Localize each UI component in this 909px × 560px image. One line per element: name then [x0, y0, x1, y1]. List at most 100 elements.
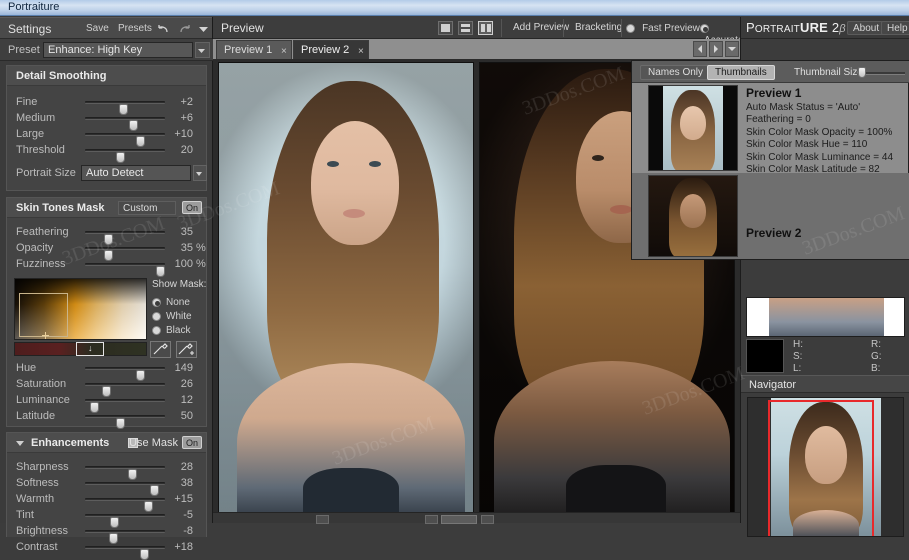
- slider-opacity[interactable]: Opacity 35 %: [7, 240, 206, 261]
- gradient-selection-rect[interactable]: [19, 293, 68, 339]
- slider-track[interactable]: [85, 231, 165, 245]
- slider-tint[interactable]: Tint -5: [7, 507, 206, 528]
- brand-header: PORTRAITURE 2β About Help: [741, 17, 909, 39]
- slider-track[interactable]: [85, 101, 165, 115]
- add-preview-button[interactable]: Add Preview: [507, 21, 575, 35]
- slider-track[interactable]: [85, 263, 165, 277]
- single-view-icon[interactable]: [438, 21, 453, 35]
- slider-track[interactable]: [85, 514, 165, 528]
- prev-tab-icon[interactable]: [693, 41, 707, 57]
- preset-label: Preset: [8, 44, 40, 56]
- slider-track[interactable]: [85, 530, 165, 544]
- slider-value: +15: [174, 493, 193, 505]
- presets-button[interactable]: Presets: [118, 23, 152, 34]
- slider-softness[interactable]: Softness 38: [7, 475, 206, 496]
- stacked-view-icon[interactable]: [458, 21, 473, 35]
- slider-track[interactable]: [85, 466, 165, 480]
- slider-hue[interactable]: Hue 149: [7, 360, 206, 381]
- navigator-viewport-rect[interactable]: [768, 400, 874, 536]
- help-button[interactable]: Help: [881, 21, 909, 35]
- skin-color-gradient-picker[interactable]: [14, 278, 147, 340]
- slider-warmth[interactable]: Warmth +15: [7, 491, 206, 512]
- slider-track[interactable]: [85, 415, 165, 429]
- enhancements-toggle[interactable]: On: [182, 436, 202, 449]
- slider-sharpness[interactable]: Sharpness 28: [7, 459, 206, 480]
- slider-feathering[interactable]: Feathering 35: [7, 224, 206, 245]
- preview-thumbnail-2[interactable]: [648, 175, 738, 257]
- next-tab-icon[interactable]: [709, 41, 723, 57]
- slider-medium[interactable]: Medium +6: [7, 110, 206, 131]
- split-view-icon[interactable]: [478, 21, 493, 35]
- slider-large[interactable]: Large +10: [7, 126, 206, 147]
- lightness-readout-label: L:: [793, 363, 802, 374]
- slider-fuzziness[interactable]: Fuzziness 100 %: [7, 256, 206, 277]
- slider-track[interactable]: [85, 149, 165, 163]
- radio-label: White: [166, 311, 192, 322]
- slider-saturation[interactable]: Saturation 26: [7, 376, 206, 397]
- radio-fast-preview[interactable]: Fast Preview: [626, 22, 700, 34]
- slider-label: Saturation: [16, 378, 67, 390]
- hue-readout-label: H:: [793, 339, 803, 350]
- slider-track[interactable]: [85, 482, 165, 496]
- tab-preview-2[interactable]: Preview 2 ×: [293, 40, 369, 59]
- slider-luminance[interactable]: Luminance 12: [7, 392, 206, 413]
- radio-icon[interactable]: [152, 326, 161, 335]
- slider-label: Medium: [16, 112, 56, 124]
- popup-entry-preview-2[interactable]: Preview 2: [632, 173, 909, 259]
- slider-knob[interactable]: [116, 152, 125, 163]
- radio-icon[interactable]: [152, 298, 161, 307]
- slider-value: +2: [180, 96, 193, 108]
- save-button[interactable]: Save: [86, 23, 109, 34]
- preset-select[interactable]: Enhance: High Key: [43, 42, 193, 58]
- slider-threshold[interactable]: Threshold 20: [7, 142, 206, 163]
- settings-title: Settings: [8, 22, 52, 36]
- about-button[interactable]: About: [847, 21, 886, 35]
- slider-label: Tint: [16, 509, 34, 521]
- radio-icon[interactable]: [700, 24, 709, 33]
- thumbnails-button[interactable]: Thumbnails: [707, 65, 775, 80]
- slider-knob[interactable]: [156, 266, 165, 277]
- slider-track[interactable]: [85, 117, 165, 131]
- redo-icon[interactable]: [175, 22, 192, 36]
- color-preview-strip: [746, 297, 905, 337]
- thumbnail-size-knob[interactable]: [858, 67, 866, 78]
- preset-chevron-down-icon[interactable]: [195, 42, 210, 58]
- slider-knob[interactable]: [140, 549, 149, 560]
- preview-image-1[interactable]: [218, 62, 474, 514]
- radio-icon[interactable]: [626, 24, 635, 33]
- slider-label: Latitude: [16, 410, 56, 422]
- slider-track[interactable]: [85, 546, 165, 560]
- portrait-size-select[interactable]: Auto Detect: [81, 165, 191, 181]
- skin-mask-mode-select[interactable]: Custom: [118, 201, 176, 215]
- chevron-down-icon[interactable]: [195, 22, 212, 36]
- detail-line: Feathering = 0: [746, 114, 811, 125]
- tab-preview-1[interactable]: Preview 1 ×: [216, 40, 292, 59]
- eyedropper-plus-icon[interactable]: [176, 341, 197, 358]
- enhancements-header[interactable]: Enhancements Use Mask On: [7, 433, 206, 453]
- popup-entry-preview-1[interactable]: Preview 1 Auto Mask Status = 'Auto' Feat…: [632, 85, 909, 188]
- slider-contrast[interactable]: Contrast +18: [7, 539, 206, 560]
- undo-icon[interactable]: [155, 22, 172, 36]
- slider-brightness[interactable]: Brightness -8: [7, 523, 206, 544]
- navigator-thumbnail[interactable]: [747, 397, 904, 537]
- thumbnail-size-track[interactable]: [865, 72, 905, 75]
- names-only-button[interactable]: Names Only: [640, 65, 712, 80]
- slider-track[interactable]: [85, 133, 165, 147]
- slider-track[interactable]: [85, 498, 165, 512]
- tab-menu-icon[interactable]: [725, 41, 739, 57]
- bracketing-button[interactable]: Bracketing: [569, 21, 628, 35]
- skin-mask-toggle[interactable]: On: [182, 201, 202, 214]
- slider-knob[interactable]: [116, 418, 125, 429]
- hue-marker[interactable]: ↓: [76, 342, 104, 356]
- slider-latitude[interactable]: Latitude 50: [7, 408, 206, 429]
- slider-fine[interactable]: Fine +2: [7, 94, 206, 115]
- preview-thumbnail-1[interactable]: [648, 85, 738, 171]
- eyedropper-icon[interactable]: [150, 341, 171, 358]
- slider-track[interactable]: [85, 247, 165, 261]
- slider-track[interactable]: [85, 383, 165, 397]
- portrait-size-chevron-down-icon[interactable]: [193, 165, 207, 181]
- slider-track[interactable]: [85, 367, 165, 381]
- collapse-triangle-icon[interactable]: [15, 439, 25, 448]
- slider-track[interactable]: [85, 399, 165, 413]
- radio-icon[interactable]: [152, 312, 161, 321]
